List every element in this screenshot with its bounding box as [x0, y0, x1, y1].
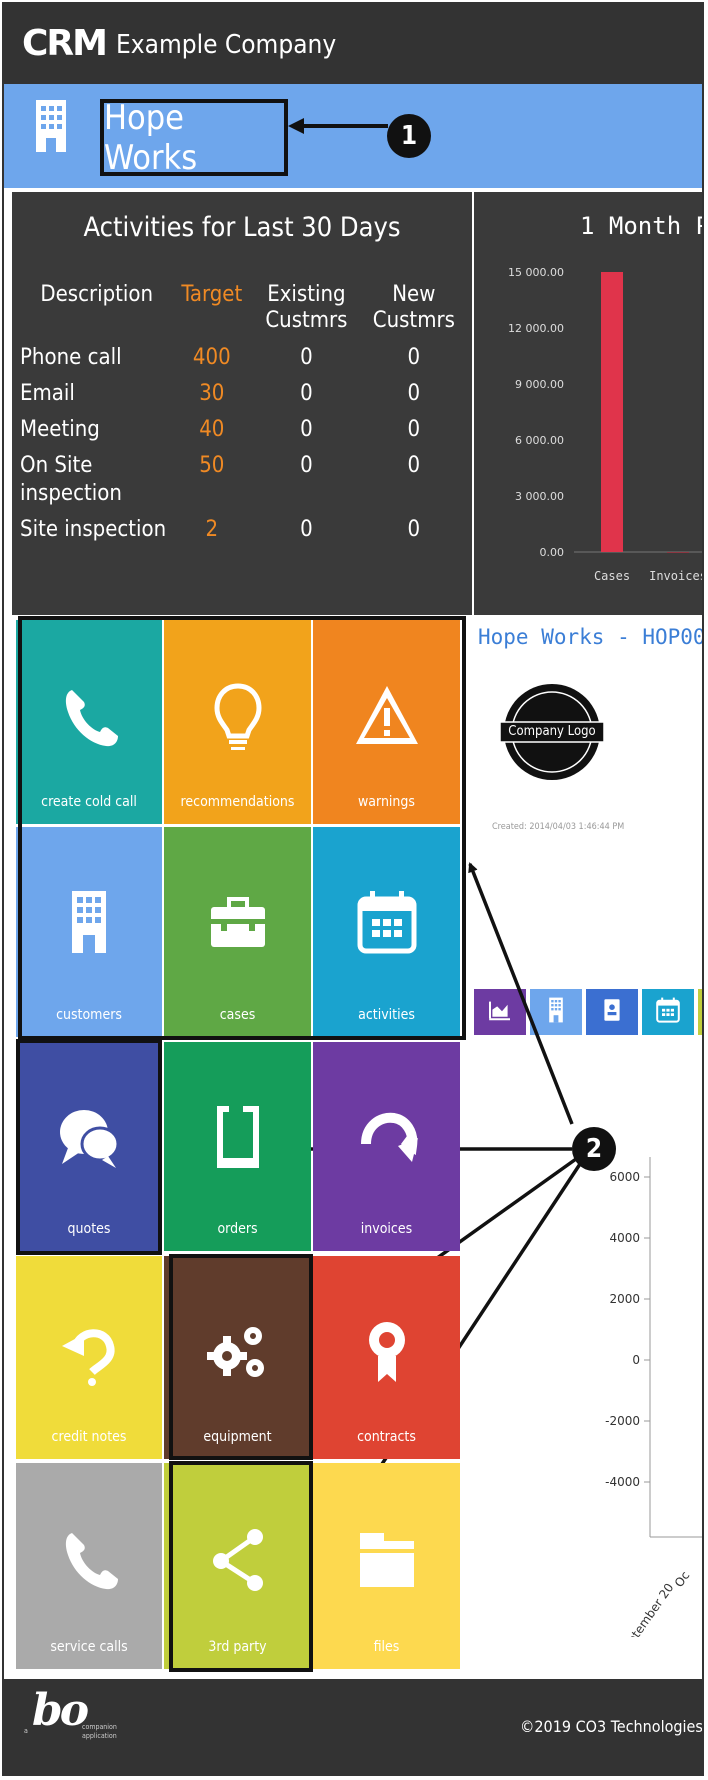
tile-credit-notes[interactable]: credit notes [16, 1256, 162, 1459]
tile-service-calls[interactable]: service calls [16, 1463, 162, 1669]
ribbon-icon [313, 1316, 460, 1390]
tile-label: credit notes [51, 1429, 127, 1445]
copyright-text: ©2019 CO3 Technologies (Pty) [520, 1717, 703, 1736]
refresh-icon [313, 1102, 460, 1176]
footer-logo: a bo companion application [24, 1685, 117, 1755]
tile-label: contracts [357, 1429, 416, 1445]
tile-label: invoices [360, 1221, 413, 1237]
undo-icon [16, 1316, 162, 1390]
app-frame: CRM Example Company Hope Works 1 Activit… [2, 2, 704, 1776]
footer-tagline-b: companion application [82, 1723, 117, 1740]
tile-invoices[interactable]: invoices [313, 1042, 460, 1251]
tile-orders[interactable]: orders [164, 1042, 311, 1251]
highlight-box [16, 1039, 162, 1255]
tile-label: service calls [50, 1639, 128, 1655]
highlight-box [169, 1254, 313, 1460]
book-icon [164, 1102, 311, 1176]
highlight-box [169, 1461, 313, 1672]
folder-icon [313, 1523, 460, 1597]
footer-tagline-a: a [24, 1727, 28, 1735]
highlight-box [18, 616, 466, 1040]
tile-label: files [373, 1639, 400, 1655]
footer-brand: bo [32, 1685, 89, 1736]
phone-icon [16, 1523, 162, 1597]
callout-marker-2: 2 [572, 1127, 616, 1171]
footer: a bo companion application ©2019 CO3 Tec… [4, 1679, 703, 1774]
tile-files[interactable]: files [313, 1463, 460, 1669]
tile-contracts[interactable]: contracts [313, 1256, 460, 1459]
tile-label: orders [217, 1221, 258, 1237]
